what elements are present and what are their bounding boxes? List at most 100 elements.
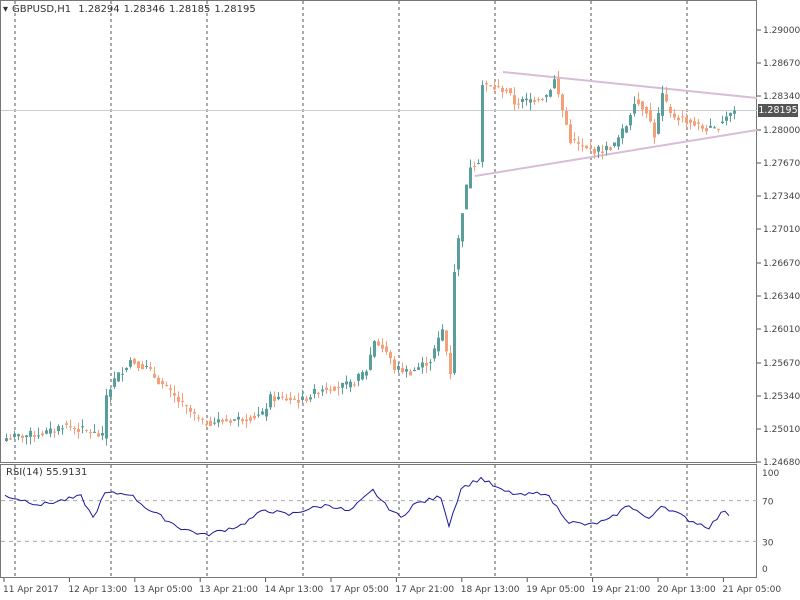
candle-body: [157, 377, 160, 385]
candle-body: [509, 88, 512, 94]
candle-body: [257, 414, 260, 416]
candle-body: [661, 93, 664, 116]
candle-body: [701, 125, 704, 129]
candle-body: [489, 85, 492, 87]
candle-body: [129, 360, 132, 367]
candle-body: [193, 412, 196, 414]
chart[interactable]: 1.29000 1.28670 1.28340 1.28000 1.27670 1.273…: [0, 0, 800, 600]
candle-body: [121, 373, 124, 375]
rsi-name: RSI(14): [6, 467, 43, 478]
candle-body: [665, 94, 668, 102]
candle-body: [569, 124, 572, 144]
candle-body: [345, 381, 348, 385]
y-tick-label: 1.28340: [763, 92, 800, 102]
candle-body: [9, 438, 12, 440]
candle-body: [341, 382, 344, 388]
candle-body: [329, 389, 332, 391]
rsi-panel-border: [0, 464, 757, 578]
rsi-value: 55.9131: [45, 467, 88, 478]
collapse-triangle-icon[interactable]: ▾: [3, 4, 8, 15]
candle-body: [33, 435, 36, 437]
candle-body: [473, 166, 476, 168]
candle-body: [281, 396, 284, 398]
candle-body: [525, 98, 528, 101]
candle-body: [169, 388, 172, 390]
open-value: 1.28294: [78, 4, 120, 15]
candle-body: [585, 145, 588, 149]
candle-body: [205, 424, 208, 426]
x-tick-label: 17 Apr 05:00: [330, 585, 389, 595]
candle-body: [13, 433, 16, 438]
candle-body: [273, 396, 276, 401]
candle-body: [245, 419, 248, 422]
candle-body: [553, 79, 556, 89]
candle-body: [265, 408, 268, 417]
candle-body: [229, 420, 232, 423]
candle-body: [609, 147, 612, 150]
candle-body: [185, 405, 188, 407]
main-panel-border: [0, 0, 757, 463]
candle-body: [357, 373, 360, 381]
candle-body: [221, 419, 224, 422]
candle-body: [625, 126, 628, 133]
candle-body: [21, 435, 24, 438]
x-tick-label: 18 Apr 13:00: [461, 585, 520, 595]
y-tick-label: 1.29000: [763, 26, 800, 36]
x-tick-label: 20 Apr 13:00: [657, 585, 716, 595]
x-tick-label: 13 Apr 21:00: [199, 585, 258, 595]
y-tick-label: 1.25010: [763, 425, 800, 435]
x-tick-label: 17 Apr 21:00: [395, 585, 454, 595]
candle-body: [349, 381, 352, 388]
candle-body: [125, 367, 128, 371]
candle-body: [85, 429, 88, 431]
candle-body: [657, 112, 660, 134]
candle-body: [69, 426, 72, 428]
x-tick-label: 19 Apr 21:00: [592, 585, 651, 595]
candle-body: [633, 103, 636, 114]
y-tick-label: 1.25340: [763, 392, 800, 402]
candle-body: [593, 148, 596, 154]
candle-body: [201, 418, 204, 420]
candle-body: [165, 384, 168, 386]
candle-body: [197, 417, 200, 419]
candle-body: [565, 111, 568, 125]
candle-body: [389, 352, 392, 359]
candle-body: [713, 127, 716, 129]
candle-body: [577, 142, 580, 144]
candle-body: [225, 419, 228, 422]
candle-body: [209, 420, 212, 426]
candle-body: [477, 163, 480, 165]
y-tick-label: 1.25670: [763, 359, 800, 369]
candle-body: [517, 103, 520, 105]
candle-body: [181, 400, 184, 402]
candle-body: [441, 329, 444, 341]
candle-body: [557, 78, 560, 95]
chart-header: ▾ GBPUSD,H1 1.28294 1.28346 1.28185 1.28195: [3, 4, 260, 15]
candle-body: [457, 238, 460, 270]
candle-body: [669, 106, 672, 113]
candle-body: [705, 128, 708, 132]
rsi-tick-label: 70: [762, 498, 774, 508]
candle-body: [645, 106, 648, 114]
candle-body: [213, 422, 216, 424]
candle-body: [385, 346, 388, 352]
candle-body: [45, 430, 48, 434]
candle-body: [589, 148, 592, 150]
candle-body: [421, 362, 424, 368]
candle-body: [81, 426, 84, 428]
candle-body: [153, 373, 156, 378]
candle-body: [173, 393, 176, 396]
candle-body: [469, 167, 472, 189]
y-tick-label: 1.28000: [763, 126, 800, 136]
candle-body: [237, 416, 240, 420]
candle-body: [61, 428, 64, 430]
candle-body: [109, 389, 112, 397]
candle-body: [137, 361, 140, 368]
x-tick-label: 14 Apr 13:00: [265, 585, 324, 595]
candle-body: [429, 362, 432, 364]
y-tick-label: 1.26670: [763, 259, 800, 269]
candle-body: [5, 438, 8, 442]
candle-body: [573, 139, 576, 141]
candle-body: [725, 116, 728, 121]
candle-body: [133, 358, 136, 364]
